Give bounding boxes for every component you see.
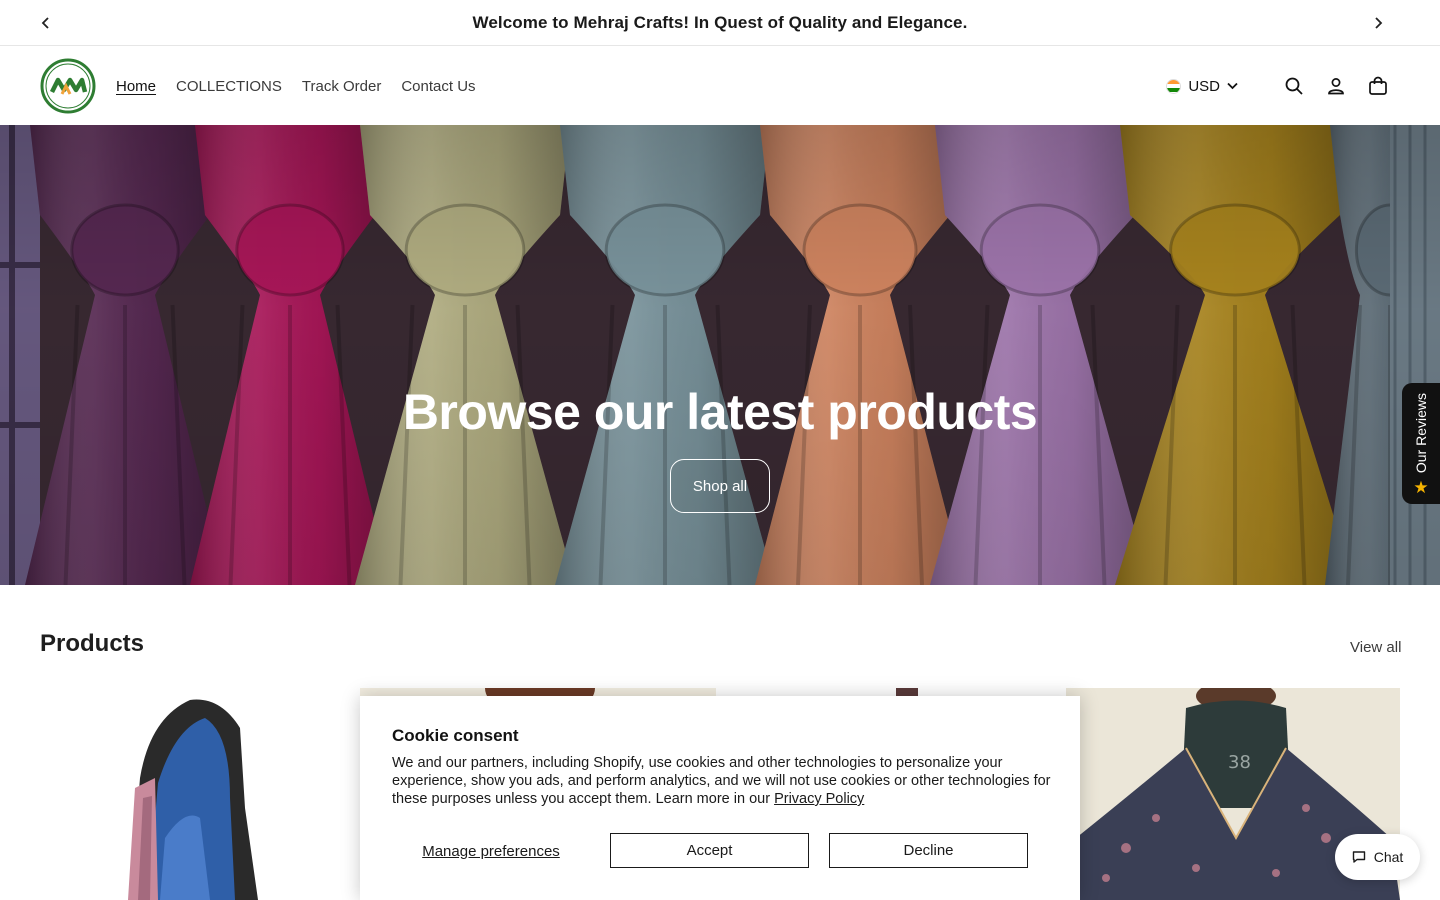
chevron-right-icon[interactable] [1367, 12, 1389, 34]
site-header: Home COLLECTIONS Track Order Contact Us … [0, 47, 1440, 125]
star-icon: ★ [1413, 478, 1429, 497]
manage-preferences-button[interactable]: Manage preferences [392, 833, 590, 869]
header-actions: USD [1166, 47, 1388, 125]
reviews-tab[interactable]: Our Reviews ★ [1402, 383, 1440, 504]
svg-text:38: 38 [1228, 752, 1251, 773]
view-all-link[interactable]: View all [1350, 639, 1401, 656]
cookie-body: We and our partners, including Shopify, … [392, 754, 1052, 808]
nav-track-order[interactable]: Track Order [302, 78, 381, 95]
site-logo[interactable] [40, 58, 96, 114]
chat-bubble-icon [1352, 851, 1365, 863]
shop-all-button[interactable]: Shop all [670, 459, 770, 513]
product-image [128, 699, 258, 900]
nav-contact-us[interactable]: Contact Us [401, 78, 475, 95]
nav-collections[interactable]: COLLECTIONS [176, 78, 282, 95]
main-nav: Home COLLECTIONS Track Order Contact Us [116, 47, 476, 125]
hero-banner: Browse our latest products Shop all [0, 125, 1440, 585]
decline-button[interactable]: Decline [829, 833, 1028, 868]
products-heading: Products [40, 630, 145, 657]
cookie-title: Cookie consent [392, 726, 519, 745]
announcement-text: Welcome to Mehraj Crafts! In Quest of Qu… [472, 12, 968, 32]
privacy-policy-link[interactable]: Privacy Policy [774, 791, 864, 807]
cookie-consent-dialog: Cookie consent We and our partners, incl… [360, 696, 1080, 900]
hero-overlay [0, 125, 1440, 585]
currency-label: USD [1188, 77, 1220, 95]
accept-button[interactable]: Accept [610, 833, 809, 868]
chevron-left-icon[interactable] [35, 12, 57, 34]
cookie-body-text: We and our partners, including Shopify, … [392, 755, 1051, 807]
search-icon[interactable] [1284, 76, 1304, 96]
account-icon[interactable] [1326, 76, 1346, 96]
chevron-down-icon [1227, 82, 1238, 90]
nav-home[interactable]: Home [116, 78, 156, 95]
india-flag-icon [1166, 78, 1182, 94]
reviews-tab-label: Our Reviews [1413, 392, 1429, 473]
chat-button[interactable]: Chat [1335, 834, 1420, 880]
cookie-actions: Manage preferences Accept Decline [392, 833, 1028, 869]
announcement-bar: Welcome to Mehraj Crafts! In Quest of Qu… [0, 0, 1440, 46]
product-card[interactable] [40, 688, 360, 900]
cart-icon[interactable] [1368, 76, 1388, 96]
hero-title: Browse our latest products [402, 384, 1038, 440]
currency-selector[interactable]: USD [1166, 78, 1238, 95]
chat-label: Chat [1373, 849, 1404, 865]
